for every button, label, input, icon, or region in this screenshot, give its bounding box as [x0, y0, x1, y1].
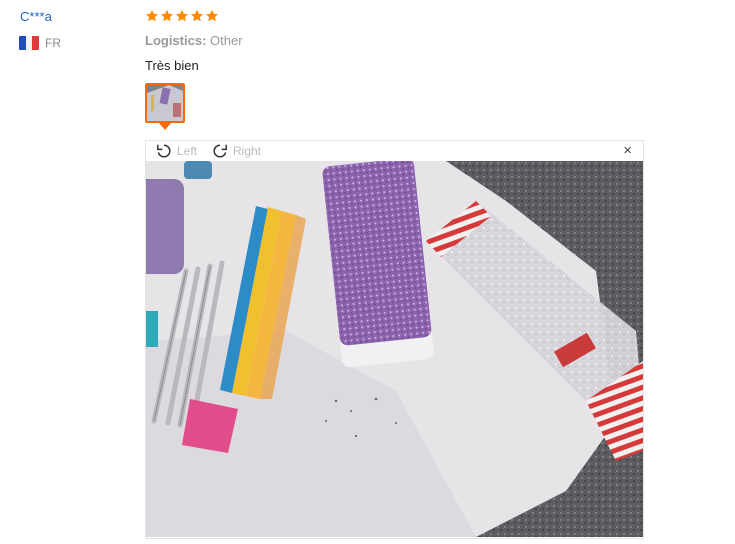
rotate-right-button[interactable]: Right [212, 143, 261, 159]
rotate-left-icon [157, 144, 171, 158]
star-icon [145, 9, 159, 22]
country-code: FR [45, 36, 61, 50]
rotate-right-icon [213, 144, 227, 158]
star-icon [175, 9, 189, 22]
review-photo-thumbnail[interactable] [145, 83, 185, 123]
thumbnail-image [147, 85, 183, 121]
review-photo-image [146, 161, 643, 537]
rotate-left-label: Left [177, 144, 198, 158]
star-icon [205, 9, 219, 22]
rotate-left-button[interactable]: Left [156, 143, 197, 159]
star-rating [145, 9, 219, 23]
review-photo [146, 161, 643, 537]
rotate-right-label: Right [233, 144, 262, 158]
reviewer-name: C***a [20, 9, 52, 24]
logistics-value: Other [210, 33, 243, 48]
reviewer-country: FR [19, 36, 61, 50]
star-icon [190, 9, 204, 22]
viewer-toolbar: Left Right × [146, 141, 643, 161]
france-flag-icon [19, 36, 39, 50]
thumbnail-pointer [159, 123, 171, 130]
close-icon[interactable]: × [623, 142, 632, 160]
logistics-info: Logistics: Other [145, 33, 243, 48]
review-comment: Très bien [145, 58, 199, 73]
star-icon [160, 9, 174, 22]
logistics-label: Logistics: [145, 33, 207, 48]
photo-viewer: Left Right × [145, 140, 644, 539]
